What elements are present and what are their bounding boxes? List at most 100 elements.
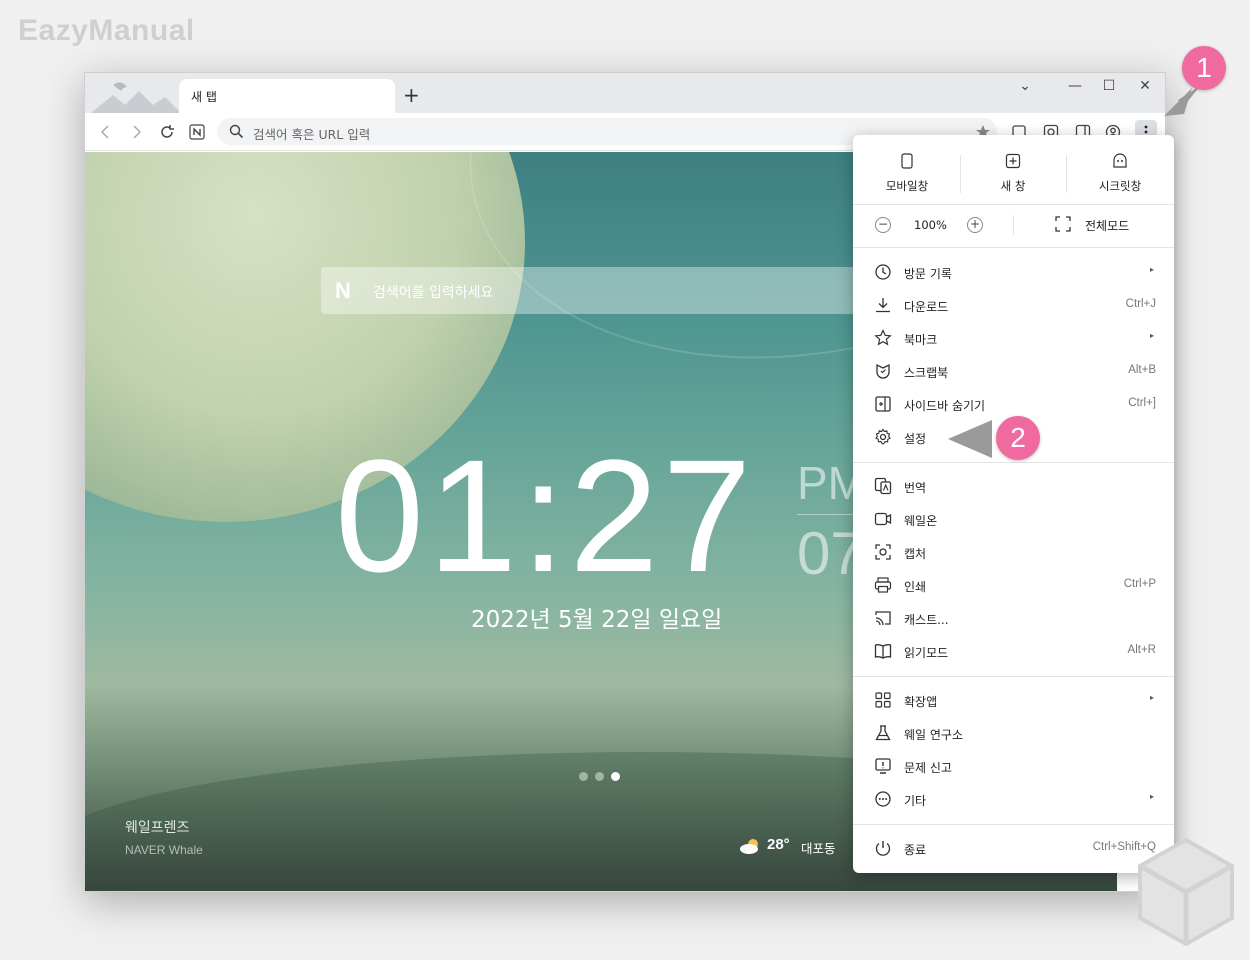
capture-icon [875, 544, 891, 560]
tab-bar: 새 탭 + ⌄ — ☐ ✕ [85, 73, 1165, 113]
quick-label: 시크릿창 [1098, 179, 1142, 193]
menu-item-whale-on[interactable]: 웨일온 [853, 504, 1174, 534]
print-icon [874, 577, 892, 593]
menu-item-shortcut: Ctrl+J [1125, 298, 1156, 310]
menu-item-label: 번역 [904, 481, 927, 495]
menu-item-exit[interactable]: 종료 Ctrl+Shift+Q [853, 833, 1174, 863]
menu-item-capture[interactable]: 캡처 [853, 537, 1174, 567]
reload-icon[interactable] [159, 124, 175, 140]
wallpaper-subtitle: NAVER Whale [125, 843, 203, 857]
menu-item-whale-lab[interactable]: 웨일 연구소 [853, 718, 1174, 748]
tab-list-dropdown-button[interactable]: ⌄ [1007, 75, 1043, 97]
menu-item-bookmarks[interactable]: 북마크 ▸ [853, 323, 1174, 353]
menu-item-print[interactable]: 인쇄 Ctrl+P [853, 570, 1174, 600]
menu-item-report-problem[interactable]: 문제 신고 [853, 751, 1174, 781]
download-icon [876, 298, 890, 313]
quick-secret-window-button[interactable]: 시크릿창 [1068, 153, 1172, 194]
carousel-dots [579, 766, 627, 785]
menu-item-translate[interactable]: 번역 [853, 471, 1174, 501]
sidebar-icon [875, 396, 891, 412]
more-icon [875, 791, 891, 807]
search-icon [229, 124, 244, 139]
star-icon [874, 329, 892, 346]
minimize-button[interactable]: — [1057, 75, 1093, 97]
forward-icon[interactable] [131, 125, 143, 139]
menu-item-history[interactable]: 방문 기록 ▸ [853, 257, 1174, 287]
new-tab-button[interactable]: + [403, 85, 420, 105]
menu-item-cast[interactable]: 캐스트... [853, 603, 1174, 633]
zoom-out-button[interactable]: − [875, 217, 891, 233]
submenu-arrow-icon: ▸ [1149, 792, 1154, 801]
menu-item-label: 확장앱 [904, 695, 938, 709]
menu-item-label: 다운로드 [904, 300, 949, 314]
menu-item-label: 캡처 [904, 547, 927, 561]
menu-item-label: 읽기모드 [904, 646, 949, 660]
menu-divider [853, 462, 1174, 463]
menu-item-download[interactable]: 다운로드 Ctrl+J [853, 290, 1174, 320]
tab-new-tab[interactable]: 새 탭 [179, 79, 395, 113]
fullscreen-label[interactable]: 전체모드 [1085, 217, 1129, 234]
carousel-dot-1[interactable] [579, 772, 588, 781]
naver-search-box[interactable]: N 검색어를 입력하세요 [321, 267, 881, 314]
menu-item-more[interactable]: 기타 ▸ [853, 784, 1174, 814]
mobile-window-icon [901, 153, 913, 169]
menu-item-shortcut: Alt+R [1127, 644, 1156, 656]
menu-item-label: 캐스트... [904, 613, 949, 627]
address-placeholder: 검색어 혹은 URL 입력 [253, 127, 371, 142]
whale-on-icon [874, 512, 892, 526]
naver-search-placeholder: 검색어를 입력하세요 [373, 285, 494, 301]
new-window-icon [1005, 153, 1021, 169]
menu-divider [853, 247, 1174, 248]
extensions-icon [875, 692, 891, 708]
fullscreen-icon[interactable] [1055, 216, 1071, 232]
menu-item-label: 종료 [904, 843, 927, 857]
history-icon [875, 264, 891, 280]
carousel-dot-2[interactable] [595, 772, 604, 781]
annotation-badge-1: 1 [1182, 46, 1226, 90]
browser-main-menu: 모바일창 새 창 시크릿창 − 100% + 전체모드 방문 기록 ▸ 다운로드… [853, 135, 1174, 873]
menu-divider [853, 204, 1174, 205]
zoom-level: 100% [914, 218, 947, 232]
scrapbook-icon [876, 363, 890, 379]
cast-icon [875, 611, 891, 626]
quick-label: 새 창 [1000, 179, 1026, 193]
submenu-arrow-icon: ▸ [1149, 331, 1154, 340]
menu-item-label: 설정 [904, 432, 927, 446]
tab-title: 새 탭 [191, 90, 217, 104]
watermark-cube-icon [1138, 837, 1234, 947]
menu-divider [853, 824, 1174, 825]
menu-item-scrapbook[interactable]: 스크랩북 Alt+B [853, 356, 1174, 386]
quick-mobile-window-button[interactable]: 모바일창 [855, 153, 959, 194]
quick-divider [1066, 155, 1067, 193]
carousel-dot-3[interactable] [611, 772, 620, 781]
weather-location: 대포동 [801, 841, 836, 856]
clock-time: 01:27 [335, 426, 756, 605]
menu-item-shortcut: Alt+B [1128, 364, 1156, 376]
menu-divider [853, 676, 1174, 677]
zoom-divider [1013, 215, 1014, 235]
back-icon[interactable] [99, 125, 111, 139]
translate-icon [874, 477, 892, 495]
secret-window-icon [1113, 153, 1127, 168]
quick-label: 모바일창 [885, 179, 929, 193]
maximize-button[interactable]: ☐ [1091, 75, 1127, 97]
menu-item-label: 스크랩북 [904, 366, 949, 380]
naver-home-icon[interactable] [189, 124, 205, 140]
menu-item-reading-mode[interactable]: 읽기모드 Alt+R [853, 636, 1174, 666]
annotation-arrow-2-icon [948, 420, 992, 458]
menu-item-label: 문제 신고 [904, 761, 952, 775]
tab-bar-art-icon [91, 82, 181, 113]
zoom-in-button[interactable]: + [967, 217, 983, 233]
menu-item-label: 북마크 [904, 333, 938, 347]
wallpaper-title[interactable]: 웨일프렌즈 [125, 817, 189, 837]
menu-item-extensions[interactable]: 확장앱 ▸ [853, 685, 1174, 715]
menu-item-shortcut: Ctrl+] [1128, 397, 1156, 409]
annotation-badge-2: 2 [996, 416, 1040, 460]
menu-item-hide-sidebar[interactable]: 사이드바 숨기기 Ctrl+] [853, 389, 1174, 419]
menu-item-shortcut: Ctrl+P [1123, 578, 1156, 590]
gear-icon [875, 428, 891, 445]
submenu-arrow-icon: ▸ [1149, 265, 1154, 274]
menu-item-label: 웨일온 [904, 514, 938, 528]
clock-date: 2022년 5월 22일 일요일 [471, 607, 723, 633]
quick-new-window-button[interactable]: 새 창 [961, 153, 1065, 194]
